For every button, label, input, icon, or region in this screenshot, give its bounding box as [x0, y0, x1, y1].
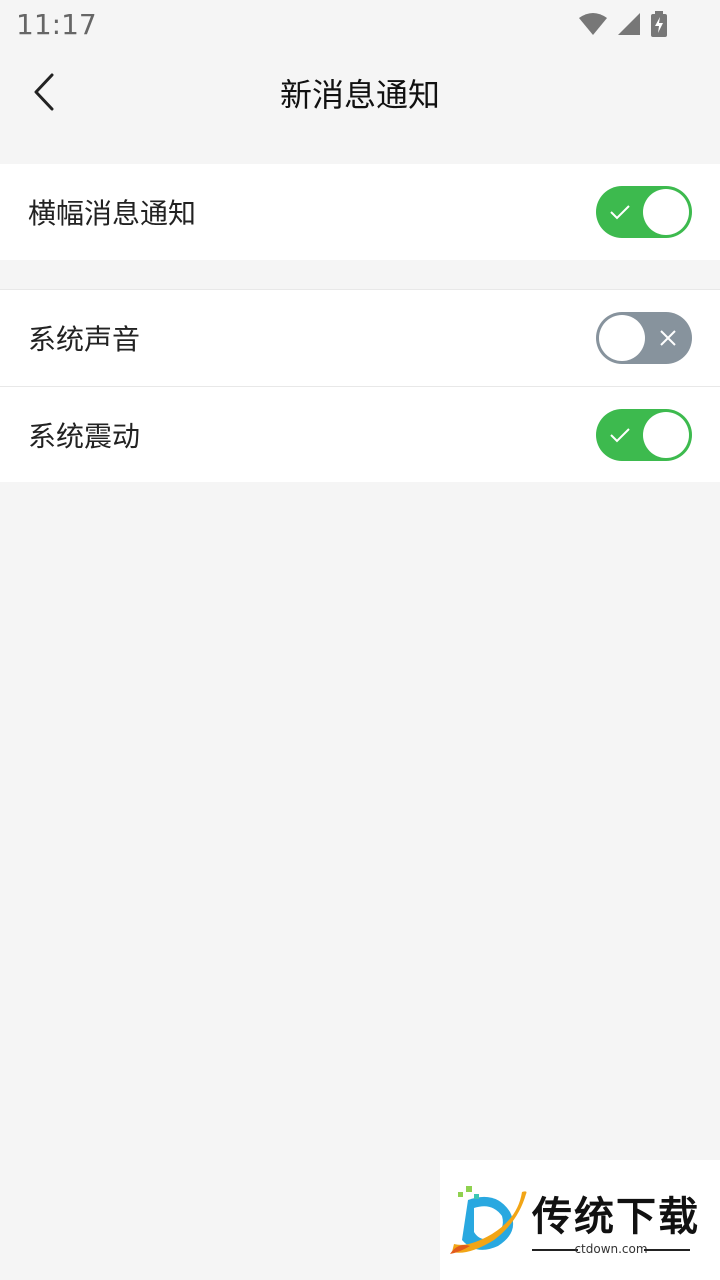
setting-row-system-vibration: 系统震动	[0, 386, 720, 482]
battery-charging-icon	[651, 11, 667, 37]
check-icon	[610, 205, 630, 220]
toggle-knob	[599, 315, 645, 361]
cellular-signal-icon	[618, 13, 640, 35]
page-title: 新消息通知	[279, 76, 440, 114]
header: 新消息通知	[0, 48, 720, 136]
system-sound-toggle[interactable]	[596, 312, 692, 364]
close-icon	[660, 330, 676, 346]
toggle-knob	[643, 411, 689, 458]
banner-notification-toggle[interactable]	[596, 186, 692, 238]
setting-row-banner-notification: 横幅消息通知	[0, 164, 720, 260]
setting-label: 横幅消息通知	[28, 197, 197, 230]
watermark: 传统下载 ctdown.com	[440, 1160, 720, 1280]
watermark-line-right	[644, 1249, 690, 1251]
status-time: 11:17	[16, 7, 97, 41]
setting-row-system-sound: 系统声音	[0, 290, 720, 386]
settings-group-system: 系统声音 系统震动	[0, 289, 720, 482]
settings-group-banner: 横幅消息通知	[0, 164, 720, 260]
status-bar: 11:17	[0, 0, 720, 48]
watermark-brand: 传统下载	[532, 1194, 700, 1240]
setting-label: 系统震动	[28, 419, 141, 453]
check-icon	[610, 427, 630, 442]
toggle-knob	[643, 189, 689, 235]
status-icons	[578, 11, 668, 37]
setting-label: 系统声音	[28, 323, 141, 356]
system-vibration-toggle[interactable]	[596, 408, 692, 461]
ctdown-logo-icon	[450, 1186, 527, 1254]
wifi-icon	[579, 13, 607, 35]
